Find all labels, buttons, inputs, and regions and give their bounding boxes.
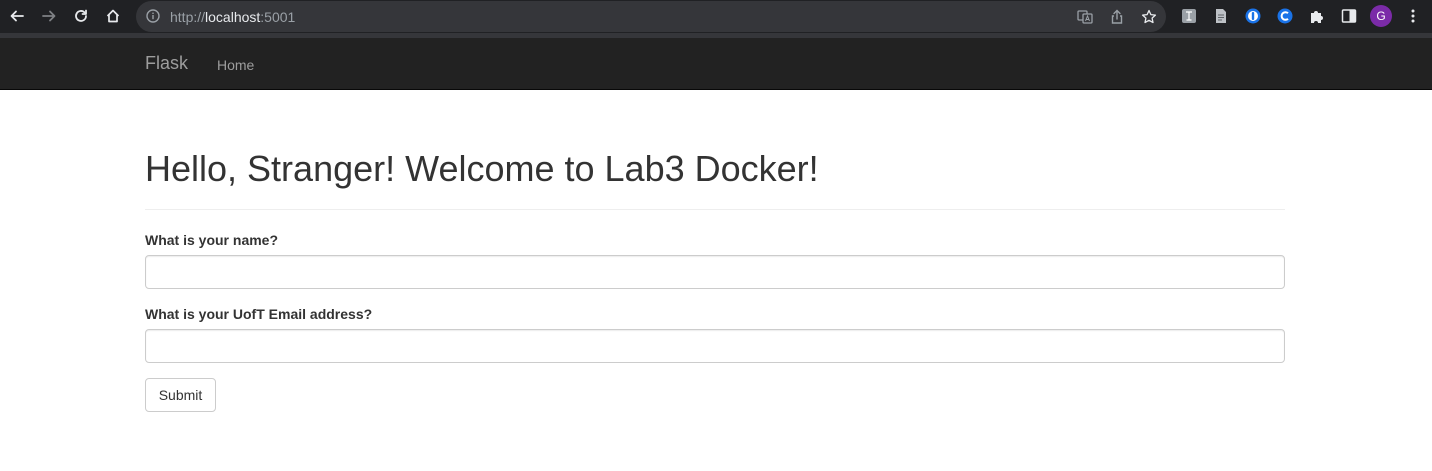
profile-avatar[interactable]: G: [1370, 5, 1392, 27]
forward-arrow-icon: [42, 10, 56, 22]
forward-button[interactable]: [37, 5, 61, 27]
avatar-letter: G: [1376, 9, 1386, 23]
url-scheme: http://: [170, 9, 206, 25]
address-bar[interactable]: http://localhost:5001: [136, 1, 1166, 32]
back-button[interactable]: [5, 5, 29, 27]
url-port: :5001: [260, 9, 296, 25]
page-heading: Hello, Stranger! Welcome to Lab3 Docker!: [145, 148, 819, 189]
home-icon: [106, 9, 120, 23]
translate-icon[interactable]: [1076, 8, 1094, 26]
site-navbar: Flask Home: [0, 38, 1432, 90]
submit-button[interactable]: Submit: [145, 378, 216, 412]
site-info-icon[interactable]: [146, 9, 160, 28]
url-text[interactable]: http://localhost:5001: [170, 9, 295, 25]
nav-link-home[interactable]: Home: [217, 55, 254, 75]
email-label: What is your UofT Email address?: [145, 306, 373, 322]
side-panel-icon[interactable]: [1340, 7, 1358, 25]
heading-divider: [145, 209, 1285, 210]
email-input[interactable]: [145, 329, 1285, 363]
reload-button[interactable]: [69, 5, 93, 27]
extension-c-icon[interactable]: [1276, 7, 1294, 25]
url-host: localhost: [205, 9, 261, 25]
browser-toolbar: http://localhost:5001 G: [0, 0, 1432, 33]
extensions-puzzle-icon[interactable]: [1308, 7, 1326, 25]
navbar-brand[interactable]: Flask: [145, 53, 188, 73]
extension-password-manager-icon[interactable]: [1244, 7, 1262, 25]
back-arrow-icon: [10, 10, 24, 22]
name-label: What is your name?: [145, 232, 279, 248]
extension-document-icon[interactable]: [1212, 7, 1230, 25]
name-input[interactable]: [145, 255, 1285, 289]
browser-menu-icon[interactable]: [1404, 7, 1422, 25]
home-button[interactable]: [101, 5, 125, 27]
reload-icon: [75, 9, 87, 22]
bookmark-star-icon[interactable]: [1140, 8, 1158, 26]
share-icon[interactable]: [1108, 8, 1126, 26]
extension-translate-icon[interactable]: [1180, 7, 1198, 25]
